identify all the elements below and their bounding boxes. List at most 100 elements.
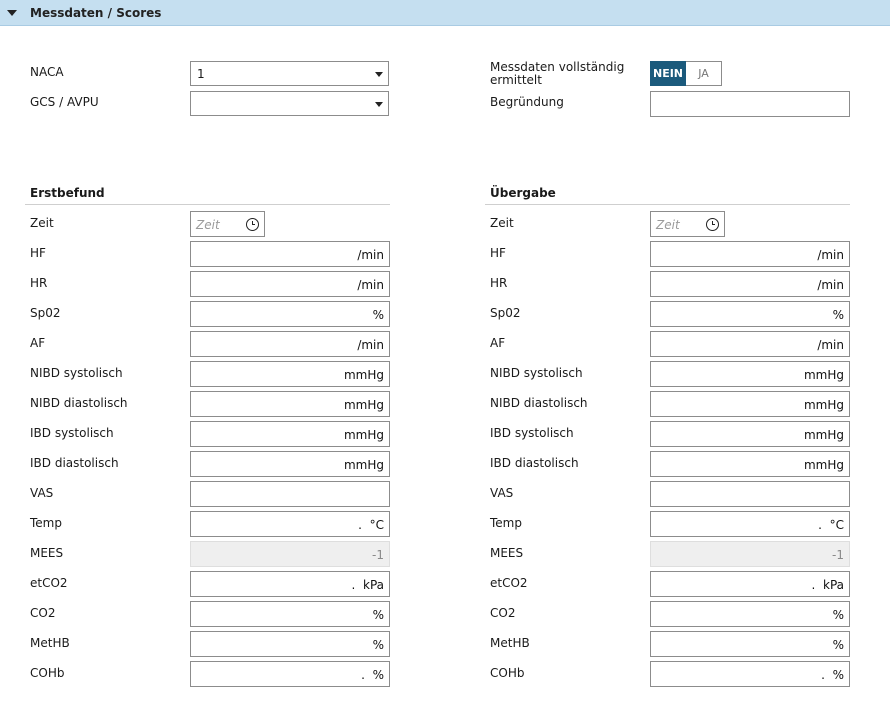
erst-af-label: AF (30, 336, 46, 350)
ueber-hf-unit: /min (817, 248, 844, 262)
ueber-af-label: AF (490, 336, 506, 350)
erst-cohb-label: COHb (30, 666, 65, 680)
ueber-ibd-systolisch-label: IBD systolisch (490, 426, 574, 440)
erst-sp02-unit: % (372, 308, 384, 322)
ueber-ibd-systolisch-input[interactable]: mmHg (650, 421, 850, 447)
erst-ibd-systolisch-unit: mmHg (343, 428, 384, 442)
ueber-ibd-diastolisch-input[interactable]: mmHg (650, 451, 850, 477)
ueber-vas-input[interactable] (650, 481, 850, 507)
erst-mees-input: -1 (190, 541, 390, 567)
ueber-methb-unit: % (832, 638, 844, 652)
erst-ibd-systolisch-label: IBD systolisch (30, 426, 114, 440)
reason-input[interactable] (650, 91, 850, 117)
ueber-hr-input[interactable]: /min (650, 271, 850, 297)
uebergabe-title: Übergabe (490, 186, 556, 200)
erst-co2-input[interactable]: % (190, 601, 390, 627)
erst-etco2-input[interactable]: . kPa (190, 571, 390, 597)
erst-time-input[interactable]: Zeit (190, 211, 265, 237)
erst-vas-label: VAS (30, 486, 54, 500)
ueber-methb-input[interactable]: % (650, 631, 850, 657)
erst-hf-unit: /min (357, 248, 384, 262)
ueber-cohb-label: COHb (490, 666, 525, 680)
erst-nibd-systolisch-label: NIBD systolisch (30, 366, 123, 380)
ueber-hf-input[interactable]: /min (650, 241, 850, 267)
erst-hr-unit: /min (357, 278, 384, 292)
erst-mees-label: MEES (30, 546, 64, 560)
erst-vas-input[interactable] (190, 481, 390, 507)
erst-nibd-systolisch-unit: mmHg (343, 368, 384, 382)
erst-af-input[interactable]: /min (190, 331, 390, 357)
erst-temp-label: Temp (30, 516, 62, 530)
erst-hf-input[interactable]: /min (190, 241, 390, 267)
ueber-sp02-input[interactable]: % (650, 301, 850, 327)
ueber-hr-label: HR (490, 276, 508, 290)
clock-icon[interactable] (246, 218, 259, 231)
ueber-co2-input[interactable]: % (650, 601, 850, 627)
ueber-mees-unit: -1 (832, 548, 844, 562)
erst-hf-label: HF (30, 246, 46, 260)
ueber-nibd-systolisch-unit: mmHg (803, 368, 844, 382)
ueber-etco2-unit: . kPa (811, 578, 844, 592)
section-title: Messdaten / Scores (30, 6, 162, 20)
ueber-mees-label: MEES (490, 546, 524, 560)
ueber-af-input[interactable]: /min (650, 331, 850, 357)
toggle-ja[interactable]: JA (686, 61, 722, 86)
ueber-temp-unit: . °C (818, 518, 844, 532)
erst-cohb-input[interactable]: . % (190, 661, 390, 687)
chevron-down-icon (375, 72, 383, 77)
ueber-methb-label: MetHB (490, 636, 530, 650)
time-placeholder: Zeit (656, 218, 680, 232)
erstbefund-divider (25, 204, 390, 205)
erst-methb-label: MetHB (30, 636, 70, 650)
naca-label: NACA (30, 65, 64, 79)
gcs-select[interactable] (190, 91, 389, 116)
chevron-down-icon (375, 102, 383, 107)
erst-ibd-diastolisch-label: IBD diastolisch (30, 456, 119, 470)
ueber-co2-label: CO2 (490, 606, 516, 620)
erst-cohb-unit: . % (361, 668, 384, 682)
ueber-vas-label: VAS (490, 486, 514, 500)
ueber-temp-input[interactable]: . °C (650, 511, 850, 537)
erst-nibd-systolisch-input[interactable]: mmHg (190, 361, 390, 387)
section-header[interactable]: Messdaten / Scores (0, 0, 890, 26)
erst-nibd-diastolisch-input[interactable]: mmHg (190, 391, 390, 417)
erst-ibd-systolisch-input[interactable]: mmHg (190, 421, 390, 447)
ueber-nibd-systolisch-input[interactable]: mmHg (650, 361, 850, 387)
reason-label: Begründung (490, 95, 564, 109)
erstbefund-title: Erstbefund (30, 186, 105, 200)
erst-temp-unit: . °C (358, 518, 384, 532)
ueber-sp02-unit: % (832, 308, 844, 322)
erst-time-label: Zeit (30, 216, 54, 230)
naca-select[interactable]: 1 (190, 61, 389, 86)
ueber-ibd-systolisch-unit: mmHg (803, 428, 844, 442)
clock-icon[interactable] (706, 218, 719, 231)
ueber-cohb-input[interactable]: . % (650, 661, 850, 687)
collapse-triangle-icon[interactable] (7, 10, 17, 16)
time-placeholder: Zeit (196, 218, 220, 232)
ueber-nibd-diastolisch-unit: mmHg (803, 398, 844, 412)
ueber-af-unit: /min (817, 338, 844, 352)
erst-ibd-diastolisch-input[interactable]: mmHg (190, 451, 390, 477)
erst-ibd-diastolisch-unit: mmHg (343, 458, 384, 472)
ueber-ibd-diastolisch-unit: mmHg (803, 458, 844, 472)
erst-temp-input[interactable]: . °C (190, 511, 390, 537)
ueber-etco2-label: etCO2 (490, 576, 528, 590)
erst-co2-label: CO2 (30, 606, 56, 620)
ueber-nibd-diastolisch-input[interactable]: mmHg (650, 391, 850, 417)
erst-co2-unit: % (372, 608, 384, 622)
ueber-time-label: Zeit (490, 216, 514, 230)
erst-hr-input[interactable]: /min (190, 271, 390, 297)
erst-methb-unit: % (372, 638, 384, 652)
ueber-time-input[interactable]: Zeit (650, 211, 725, 237)
ueber-nibd-systolisch-label: NIBD systolisch (490, 366, 583, 380)
erst-sp02-input[interactable]: % (190, 301, 390, 327)
erst-nibd-diastolisch-unit: mmHg (343, 398, 384, 412)
ueber-etco2-input[interactable]: . kPa (650, 571, 850, 597)
erst-sp02-label: Sp02 (30, 306, 61, 320)
complete-toggle[interactable]: NEIN JA (650, 61, 722, 86)
erst-methb-input[interactable]: % (190, 631, 390, 657)
erst-etco2-label: etCO2 (30, 576, 68, 590)
toggle-nein[interactable]: NEIN (650, 61, 686, 86)
erst-nibd-diastolisch-label: NIBD diastolisch (30, 396, 128, 410)
complete-label: Messdaten vollständig ermittelt (490, 60, 625, 87)
